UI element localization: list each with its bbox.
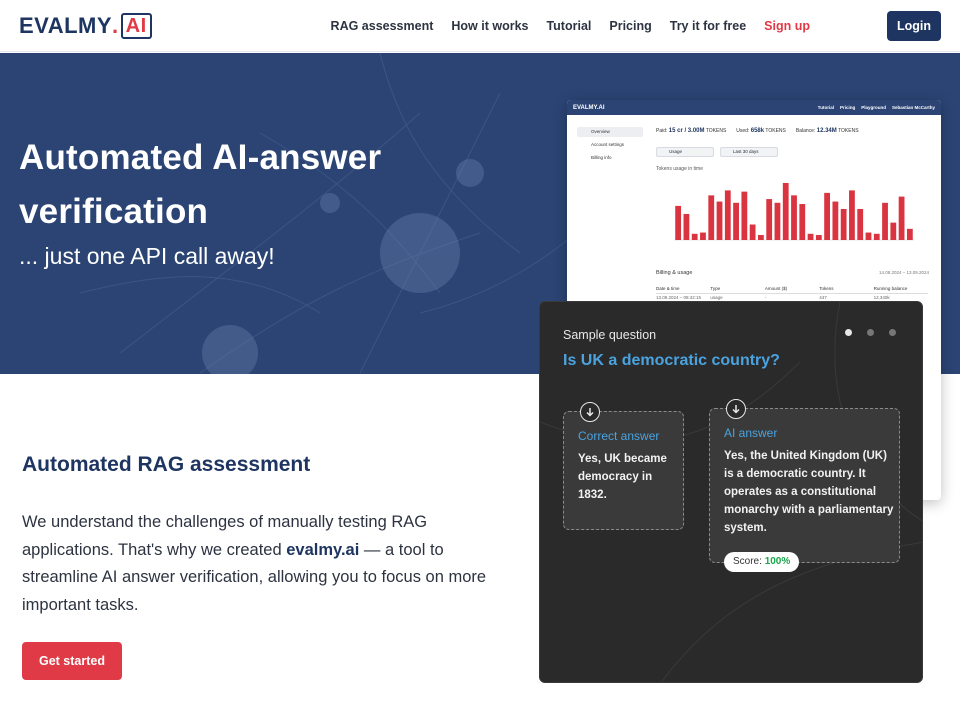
- dashboard-stats: Paid: 15 cr / 3.00M TOKENS Used: 658k TO…: [656, 128, 859, 134]
- chart-bar: [815, 235, 822, 240]
- dashboard-filter-range: Last 30 days: [720, 147, 778, 157]
- carousel-dot-1[interactable]: [845, 329, 852, 336]
- chart-bar: [807, 233, 814, 240]
- chart-bar: [691, 233, 698, 240]
- chart-bar: [857, 209, 864, 240]
- dashboard-logo: EVALMY.AI: [573, 104, 605, 111]
- nav-sign-up[interactable]: Sign up: [764, 19, 810, 33]
- chart-bar: [849, 190, 855, 240]
- dashboard-stat: Used: 658k TOKENS: [736, 128, 786, 134]
- dashboard-filters: Usage Last 30 days: [656, 147, 778, 157]
- chart-bar: [882, 202, 888, 240]
- arrow-down-icon: [726, 399, 746, 419]
- login-button[interactable]: Login: [887, 11, 941, 41]
- nav-pricing[interactable]: Pricing: [609, 19, 651, 33]
- logo-text: EVALMY: [19, 13, 113, 38]
- brand-mention: evalmy.ai: [286, 540, 360, 559]
- chart-bar: [898, 196, 905, 240]
- chart-bar: [683, 213, 690, 240]
- get-started-button[interactable]: Get started: [22, 642, 122, 680]
- dashboard-sidebar-item: Billing info: [591, 155, 612, 160]
- dashboard-sidebar-item: Account settings: [591, 142, 625, 147]
- ai-answer-box: AI answer Yes, the United Kingdom (UK) i…: [709, 399, 900, 572]
- chart-bar: [741, 191, 748, 240]
- nav-how-it-works[interactable]: How it works: [451, 19, 528, 33]
- chart-bar: [774, 202, 781, 240]
- dashboard-nav-item: Sebastian McCarthy: [891, 105, 935, 110]
- chart-bar: [906, 228, 913, 240]
- site-header: EVALMY. AI RAG assessment How it works Tu…: [0, 0, 960, 52]
- score-value: 100%: [764, 556, 791, 567]
- chart-bar: [766, 199, 773, 240]
- carousel-dot-2[interactable]: [867, 329, 874, 336]
- main-nav: RAG assessment How it works Tutorial Pri…: [313, 0, 810, 52]
- score-badge: Score: 100%: [724, 552, 800, 572]
- chart-bar: [749, 224, 756, 240]
- carousel-dot-3[interactable]: [889, 329, 896, 336]
- correct-answer-title: Correct answer: [578, 429, 660, 443]
- chart-bar: [716, 201, 723, 240]
- chart-bar: [733, 202, 739, 240]
- chart-bar: [799, 204, 806, 240]
- logo-dot: .: [112, 13, 119, 38]
- chart-bar: [758, 235, 764, 240]
- dashboard-table-header: Date & time Type Amount ($) Tokens Running b…: [656, 286, 928, 294]
- dashboard-table-row: 13.09.2024 – 08:42:15 usage -447 12,340k: [656, 295, 890, 300]
- dashboard-billing-range: 14.08.2024 – 13.09.2024: [878, 270, 929, 275]
- nav-rag-assessment[interactable]: RAG assessment: [331, 19, 434, 33]
- dashboard-stat: Paid: 15 cr / 3.00M TOKENS: [656, 128, 727, 134]
- dashboard-sidebar: Overview Account settings Billing info: [577, 127, 643, 166]
- arrow-down-icon: [580, 402, 600, 422]
- section-body: We understand the challenges of manually…: [22, 513, 487, 614]
- dashboard-nav-item: Tutorial: [817, 105, 834, 110]
- dashboard-stat: Balance: 12.34M TOKENS: [795, 128, 859, 134]
- dashboard-nav-item: Pricing: [839, 105, 856, 110]
- chart-bar: [724, 190, 731, 240]
- nav-try-free[interactable]: Try it for free: [670, 19, 746, 33]
- chart-bar: [873, 233, 880, 240]
- chart-bar: [708, 195, 715, 240]
- hero-subtitle: ... just one API call away!: [19, 243, 275, 269]
- dashboard-sidebar-item: Overview: [577, 127, 643, 137]
- hero-title: Automated AI-answer verification: [19, 138, 382, 231]
- sample-question-card: Sample question Is UK a democratic count…: [539, 301, 923, 683]
- sample-question-text: Is UK a democratic country?: [563, 352, 780, 369]
- section-title: Automated RAG assessment: [22, 453, 311, 476]
- ai-answer-text: Yes, the United Kingdom (UK) is a democr…: [724, 450, 894, 534]
- chart-bar: [890, 222, 897, 240]
- chart-bar: [791, 195, 797, 240]
- correct-answer-text: Yes, UK became democracy in 1832.: [578, 453, 667, 501]
- correct-answer-box: Correct answer Yes, UK became democracy …: [563, 402, 684, 530]
- chart-bar: [700, 232, 706, 240]
- sample-question-label: Sample question: [563, 328, 657, 342]
- chart-bar: [865, 232, 872, 240]
- dashboard-filter-type: Usage: [656, 147, 714, 157]
- chart-bar: [832, 201, 839, 240]
- nav-tutorial[interactable]: Tutorial: [546, 19, 591, 33]
- brand-logo[interactable]: EVALMY. AI: [19, 13, 152, 39]
- carousel-dots: [845, 329, 896, 336]
- ai-answer-title: AI answer: [724, 426, 778, 440]
- dashboard-usage-chart: [674, 182, 914, 241]
- chart-bar: [824, 192, 830, 240]
- dashboard-nav: Tutorial Pricing Playground Sebastian Mc…: [818, 105, 935, 110]
- dashboard-topbar: EVALMY.AI Tutorial Pricing Playground Se…: [567, 100, 941, 115]
- dashboard-nav-item: Playground: [861, 105, 886, 110]
- logo-ai-box: AI: [120, 13, 152, 39]
- chart-bar: [675, 205, 682, 240]
- chart-bar: [840, 209, 847, 240]
- dashboard-billing-title: Billing & usage: [656, 270, 693, 276]
- chart-bar: [782, 182, 789, 240]
